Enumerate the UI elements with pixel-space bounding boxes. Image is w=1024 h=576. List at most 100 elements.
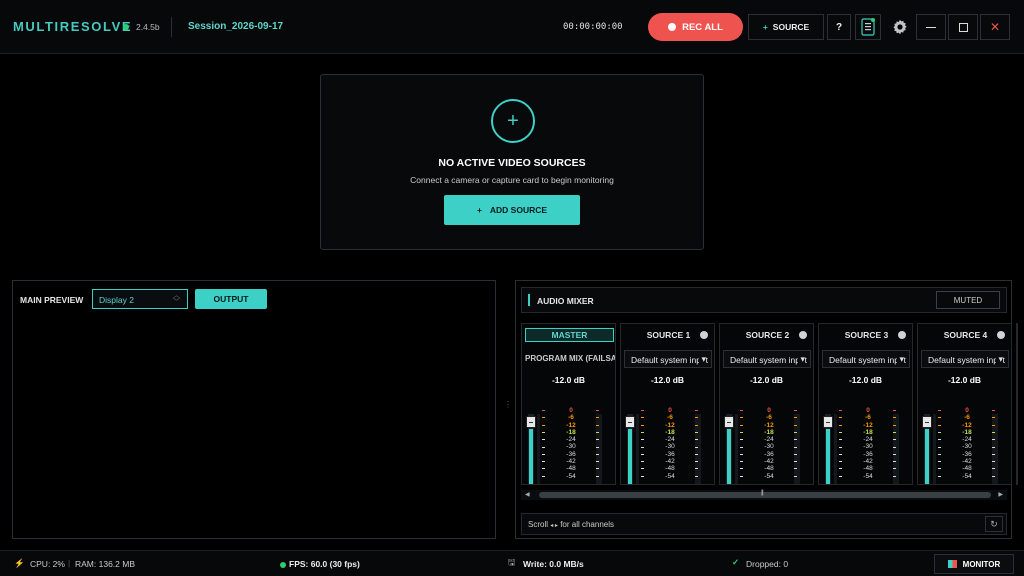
scale-tick xyxy=(839,468,842,470)
panel-splitter-handle[interactable]: ⋮ xyxy=(504,401,512,409)
scale-tick xyxy=(695,439,698,441)
main-preview-label: MAIN PREVIEW xyxy=(20,295,84,305)
fader-level xyxy=(727,429,731,484)
timecode: 00:00:00:00 xyxy=(563,22,623,32)
minimize-button[interactable] xyxy=(916,14,946,40)
volume-fader[interactable] xyxy=(724,414,734,484)
volume-fader[interactable] xyxy=(823,414,833,484)
accent-bar xyxy=(528,294,530,306)
level-meter xyxy=(933,414,936,484)
scale-tick xyxy=(938,417,941,419)
level-meter xyxy=(698,414,701,484)
scale-tick xyxy=(893,446,896,448)
scale-tick xyxy=(641,417,644,419)
db-scale-label: -18 xyxy=(764,428,774,436)
monitor-label: MONITOR xyxy=(962,559,1001,569)
add-source-button[interactable]: + SOURCE xyxy=(748,14,824,40)
input-device-select[interactable]: Default system input ▾ xyxy=(624,350,712,368)
db-scale-label: 0 xyxy=(668,407,672,414)
session-name: Session_2026-09-17 xyxy=(188,21,284,32)
display-select[interactable]: Display 2 ︿ ﹀ xyxy=(92,289,188,309)
scale-tick xyxy=(695,446,698,448)
scale-tick xyxy=(893,468,896,470)
scale-tick xyxy=(839,446,842,448)
refresh-button[interactable]: ↻ xyxy=(985,516,1003,532)
scale-tick xyxy=(992,424,995,426)
volume-fader[interactable] xyxy=(625,414,635,484)
scale-tick xyxy=(893,439,896,441)
channel-settings-icon[interactable] xyxy=(700,331,708,339)
fader-knob[interactable] xyxy=(922,416,932,428)
db-scale-label: -42 xyxy=(566,458,576,466)
maximize-button[interactable] xyxy=(948,14,978,40)
scale-tick xyxy=(794,461,797,463)
chevron-down-icon: ▾ xyxy=(699,354,706,365)
settings-button[interactable] xyxy=(885,14,915,40)
mixer-footer: Scroll ◂ ▸ for all channels ↻ xyxy=(521,513,1007,535)
db-readout: -12.0 dB xyxy=(551,375,586,385)
record-all-button[interactable]: REC ALL xyxy=(648,13,743,41)
empty-state-subtitle: Connect a camera or capture card to begi… xyxy=(410,175,614,185)
scale-tick xyxy=(839,461,842,463)
db-scale-label: -30 xyxy=(665,443,675,451)
scroll-right-icon[interactable]: ▶ xyxy=(998,491,1003,498)
scale-tick xyxy=(938,439,941,441)
fader-level xyxy=(529,429,533,484)
scale-tick xyxy=(542,446,545,448)
muted-toggle[interactable]: MUTED xyxy=(936,291,1000,309)
scale-tick xyxy=(893,410,896,411)
input-device-select[interactable]: Default system input ▾ xyxy=(921,350,1009,368)
db-scale-label: -12 xyxy=(665,421,675,429)
channel-settings-icon[interactable] xyxy=(898,331,906,339)
write-speed: Write: 0.0 MB/s xyxy=(523,559,584,569)
device-status-button[interactable] xyxy=(855,14,881,40)
channel-settings-icon[interactable] xyxy=(997,331,1005,339)
level-meter xyxy=(537,414,540,484)
chevron-updown-icon: ︿ ﹀ xyxy=(173,292,180,306)
mixer-horizontal-scrollbar[interactable]: ◀ ||| ▶ xyxy=(521,490,1007,500)
scale-tick xyxy=(794,424,797,426)
cpu-bolt-icon: ⚡ xyxy=(14,558,25,568)
monitor-button[interactable]: MONITOR xyxy=(934,554,1014,574)
level-meter xyxy=(735,414,738,484)
db-scale-label: -48 xyxy=(962,465,972,473)
scale-tick xyxy=(596,461,599,463)
scale-tick xyxy=(839,417,842,419)
scale-tick xyxy=(596,453,599,455)
scale-tick xyxy=(641,453,644,455)
input-device-select[interactable]: Default system input ▾ xyxy=(822,350,910,368)
plus-icon: + xyxy=(507,109,519,132)
scale-tick xyxy=(641,468,644,470)
scale-tick xyxy=(794,410,797,411)
disk-icon: 🖫 xyxy=(508,557,516,567)
volume-fader[interactable] xyxy=(526,414,536,484)
db-scale-label: -36 xyxy=(566,450,576,458)
channel-settings-icon[interactable] xyxy=(799,331,807,339)
volume-fader[interactable] xyxy=(922,414,932,484)
output-button[interactable]: OUTPUT xyxy=(195,289,267,309)
fader-knob[interactable] xyxy=(625,416,635,428)
scale-tick xyxy=(938,446,941,448)
db-scale-label: -12 xyxy=(863,421,873,429)
scale-tick xyxy=(938,461,941,463)
chevron-down-icon: ▾ xyxy=(798,354,805,365)
app-name: MULTIRESOLVE xyxy=(13,19,133,34)
add-source-main-button[interactable]: + ADD SOURCE xyxy=(444,195,580,225)
fader-knob[interactable] xyxy=(724,416,734,428)
fader-knob[interactable] xyxy=(526,416,536,428)
scale-tick xyxy=(839,424,842,426)
scale-tick xyxy=(695,461,698,463)
scale-tick xyxy=(839,439,842,441)
fader-level xyxy=(826,429,830,484)
db-scale-label: -6 xyxy=(667,414,673,422)
scroll-left-icon[interactable]: ◀ xyxy=(525,491,530,498)
scale-tick xyxy=(740,410,743,411)
input-device-select[interactable]: Default system input ▾ xyxy=(723,350,811,368)
input-device-value: Default system input xyxy=(928,355,1006,365)
add-source-circle-button[interactable]: + xyxy=(491,99,535,143)
scale-tick xyxy=(740,431,743,433)
fader-knob[interactable] xyxy=(823,416,833,428)
help-button[interactable]: ? xyxy=(827,14,851,40)
scrollbar-thumb[interactable]: ||| xyxy=(539,490,991,498)
close-button[interactable]: ✕ xyxy=(980,14,1010,40)
